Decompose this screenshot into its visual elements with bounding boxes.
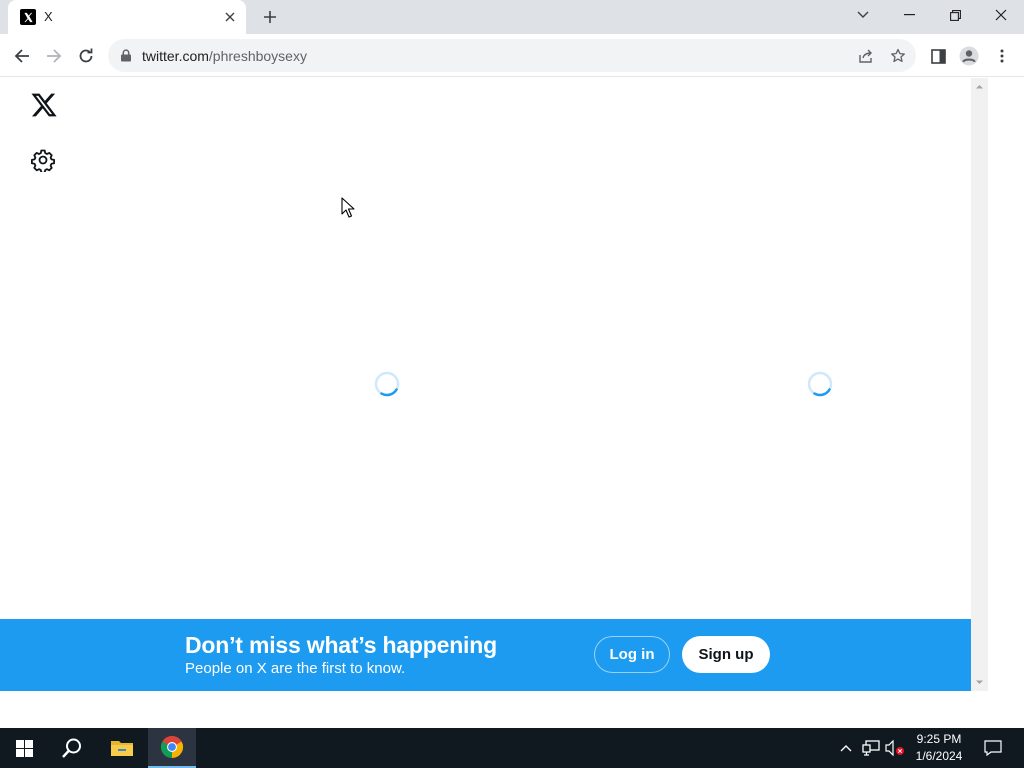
share-icon (859, 49, 872, 63)
clock-date: 1/6/2024 (915, 749, 963, 763)
clock-time: 9:25 PM (916, 732, 962, 746)
x-logo-icon (20, 9, 36, 25)
file-explorer-icon (111, 741, 133, 756)
settings-gear-icon[interactable] (31, 148, 55, 172)
lock-icon[interactable] (120, 49, 132, 62)
notification-icon (984, 740, 1002, 756)
banner-subtitle: People on X are the first to know. (185, 660, 406, 677)
signup-banner: Don’t miss what’s happening People on X … (0, 619, 971, 691)
chevron-down-icon (857, 11, 869, 18)
browser-tab[interactable]: X (8, 0, 246, 34)
profile-icon (959, 46, 979, 66)
minimize-button[interactable] (886, 0, 932, 30)
volume-muted-icon (885, 740, 904, 756)
browser-tab-strip: X (0, 0, 1024, 34)
file-explorer-taskbar-button[interactable] (98, 728, 146, 768)
browser-menu-button[interactable] (990, 44, 1014, 68)
profile-button[interactable] (957, 44, 981, 68)
loading-spinner (374, 371, 400, 397)
x-logo-icon[interactable] (30, 91, 58, 119)
taskbar-clock[interactable]: 9:25 PM 1/6/2024 (905, 731, 973, 765)
network-tray-button[interactable] (860, 728, 882, 768)
new-tab-button[interactable] (260, 7, 280, 27)
chevron-up-icon (840, 745, 852, 752)
windows-start-icon (15, 739, 33, 757)
chrome-icon (160, 735, 184, 758)
plus-icon (264, 11, 276, 23)
forward-arrow-icon (47, 49, 62, 63)
reload-button[interactable] (74, 44, 98, 68)
side-panel-button[interactable] (926, 44, 950, 68)
close-tab-icon[interactable] (222, 9, 238, 25)
tab-title: X (44, 9, 53, 24)
volume-tray-button[interactable] (884, 728, 906, 768)
chrome-taskbar-button[interactable] (148, 728, 196, 768)
back-arrow-icon (14, 49, 29, 63)
network-icon (862, 740, 880, 756)
url-host: twitter.com (142, 48, 209, 64)
share-button[interactable] (856, 46, 876, 66)
tray-overflow-button[interactable] (836, 728, 856, 768)
search-icon (62, 738, 81, 758)
url-text[interactable]: twitter.com/phreshboysexy (142, 48, 307, 64)
browser-toolbar: twitter.com/phreshboysexy (0, 34, 1024, 77)
restore-icon (949, 9, 961, 21)
star-icon (891, 48, 905, 63)
close-icon (995, 9, 1007, 21)
banner-title: Don’t miss what’s happening (185, 632, 497, 658)
scroll-up-arrow-icon[interactable] (975, 82, 984, 91)
login-button[interactable]: Log in (594, 636, 670, 673)
windows-taskbar: 9:25 PM 1/6/2024 (0, 728, 1024, 768)
loading-spinner (807, 371, 833, 397)
tab-search-button[interactable] (840, 0, 886, 30)
back-button[interactable] (10, 44, 34, 68)
taskbar-search-button[interactable] (48, 728, 96, 768)
bookmark-button[interactable] (888, 46, 908, 66)
mouse-cursor-icon (341, 197, 355, 218)
restore-button[interactable] (932, 0, 978, 30)
start-button[interactable] (0, 728, 48, 768)
scroll-down-arrow-icon[interactable] (975, 678, 984, 687)
page-scrollbar[interactable] (971, 78, 988, 691)
side-panel-icon (930, 48, 946, 64)
page-viewport (0, 78, 971, 691)
kebab-menu-icon (1000, 49, 1004, 63)
minimize-icon (903, 14, 915, 16)
window-bottom-area (0, 691, 1024, 728)
close-window-button[interactable] (978, 0, 1024, 30)
notification-center-button[interactable] (978, 728, 1008, 768)
signup-button[interactable]: Sign up (682, 636, 770, 673)
address-bar[interactable]: twitter.com/phreshboysexy (108, 39, 916, 72)
window-gutter (988, 78, 1024, 691)
forward-button[interactable] (42, 44, 66, 68)
url-path: /phreshboysexy (208, 48, 307, 64)
reload-icon (79, 48, 93, 63)
